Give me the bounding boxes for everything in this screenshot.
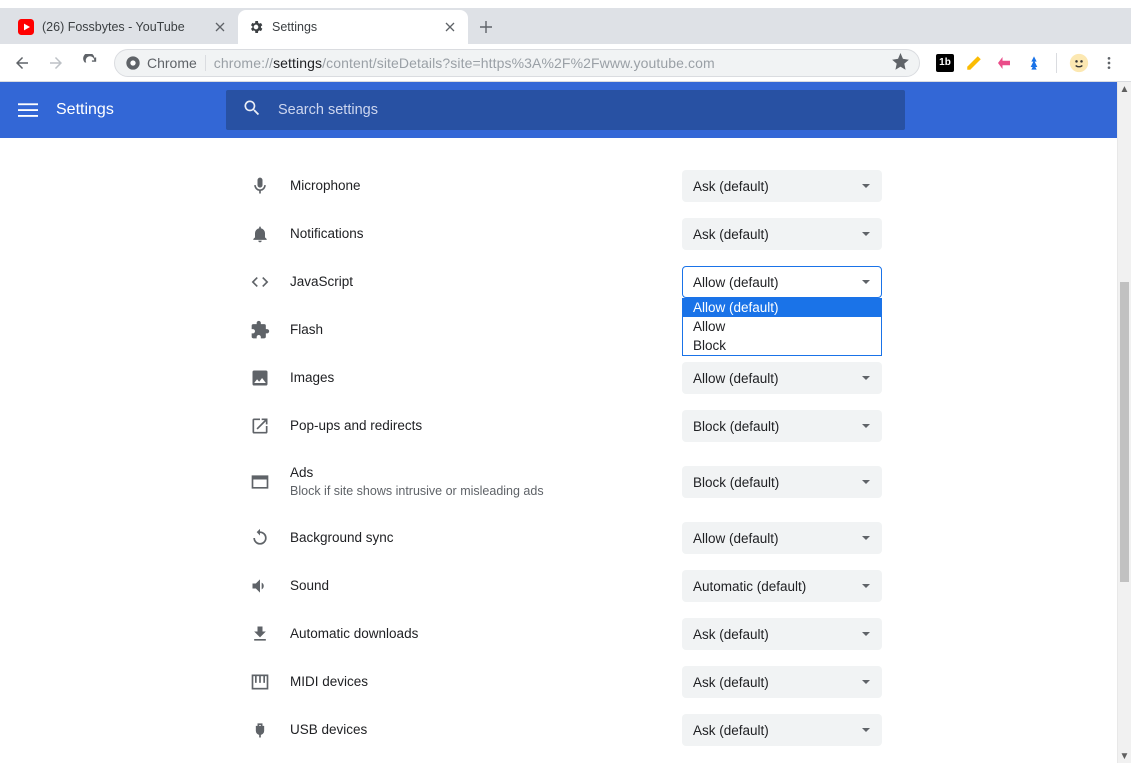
chevron-down-icon: [861, 675, 871, 690]
permission-row: ImagesAllow (default): [226, 354, 906, 402]
permission-label: Sound: [290, 577, 682, 595]
permission-row: AdsBlock if site shows intrusive or misl…: [226, 450, 906, 514]
chevron-down-icon: [861, 579, 871, 594]
forward-button[interactable]: [42, 49, 70, 77]
scroll-thumb[interactable]: [1120, 282, 1129, 582]
site-details-card: MicrophoneAsk (default)NotificationsAsk …: [226, 138, 906, 763]
chevron-down-icon: [861, 627, 871, 642]
reload-button[interactable]: [76, 49, 104, 77]
tab-title: Settings: [272, 20, 434, 34]
menu-icon[interactable]: [16, 98, 40, 122]
scroll-up-arrow[interactable]: ▲: [1118, 82, 1131, 96]
extension-icon[interactable]: 1b: [936, 54, 954, 72]
permission-label: JavaScript: [290, 273, 682, 291]
image-icon: [250, 368, 290, 388]
permission-select[interactable]: Allow (default): [682, 522, 882, 554]
javascript-options-popup[interactable]: Allow (default)AllowBlock: [682, 298, 882, 356]
permission-select[interactable]: Allow (default): [682, 266, 882, 298]
permission-row: NotificationsAsk (default): [226, 210, 906, 258]
tab-close-button[interactable]: [442, 19, 458, 35]
permission-label: Microphone: [290, 177, 682, 195]
tab-close-button[interactable]: [212, 19, 228, 35]
new-tab-button[interactable]: [472, 13, 500, 41]
chevron-down-icon: [861, 275, 871, 290]
permission-select[interactable]: Ask (default): [682, 618, 882, 650]
mic-icon: [250, 176, 290, 196]
permission-select[interactable]: Ask (default): [682, 218, 882, 250]
download-icon: [250, 624, 290, 644]
search-input[interactable]: [278, 102, 889, 118]
tab-strip: (26) Fossbytes - YouTube Settings: [0, 8, 1131, 44]
search-icon: [242, 98, 262, 123]
extension-icon[interactable]: [1024, 53, 1044, 73]
permission-row: Background syncAllow (default): [226, 514, 906, 562]
dropdown-option[interactable]: Block: [683, 336, 881, 355]
permission-row: MIDI devicesAsk (default): [226, 658, 906, 706]
extension-icon[interactable]: [994, 53, 1014, 73]
extension-icons: 1b: [930, 53, 1089, 73]
permission-select[interactable]: Block (default): [682, 410, 882, 442]
usb-icon: [250, 720, 290, 740]
page-title: Settings: [56, 101, 114, 119]
midi-icon: [250, 672, 290, 692]
permission-row: SoundAutomatic (default): [226, 562, 906, 610]
permission-label: Images: [290, 369, 682, 387]
chevron-down-icon: [861, 227, 871, 242]
bookmark-star-icon[interactable]: [892, 53, 909, 73]
permission-label: Background sync: [290, 529, 682, 547]
puzzle-icon: [250, 320, 290, 340]
chevron-down-icon: [861, 531, 871, 546]
permission-row: Pop-ups and redirectsBlock (default): [226, 402, 906, 450]
dropdown-option[interactable]: Allow (default): [683, 298, 881, 317]
settings-viewport: MicrophoneAsk (default)NotificationsAsk …: [0, 138, 1117, 763]
separator: [1056, 53, 1057, 73]
permission-row: Automatic downloadsAsk (default): [226, 610, 906, 658]
profile-avatar[interactable]: [1069, 53, 1089, 73]
chevron-down-icon: [861, 371, 871, 386]
permission-select[interactable]: Ask (default): [682, 714, 882, 746]
site-info-chip[interactable]: Chrome: [125, 55, 197, 71]
scroll-down-arrow[interactable]: ▼: [1118, 749, 1131, 763]
bell-icon: [250, 224, 290, 244]
dropdown-option[interactable]: Allow: [683, 317, 881, 336]
permission-label: MIDI devices: [290, 673, 682, 691]
url-text: chrome://settings/content/siteDetails?si…: [214, 55, 715, 71]
chevron-down-icon: [861, 723, 871, 738]
chevron-down-icon: [861, 179, 871, 194]
browser-menu-button[interactable]: [1095, 49, 1123, 77]
tab-title: (26) Fossbytes - YouTube: [42, 20, 204, 34]
settings-header: Settings: [0, 82, 1131, 138]
browser-tab[interactable]: Settings: [238, 10, 468, 44]
permission-label: AdsBlock if site shows intrusive or misl…: [290, 464, 682, 499]
youtube-icon: [18, 19, 34, 35]
permission-select[interactable]: Allow (default): [682, 362, 882, 394]
permission-row: USB devicesAsk (default): [226, 706, 906, 754]
back-button[interactable]: [8, 49, 36, 77]
permission-select[interactable]: Ask (default): [682, 170, 882, 202]
popup-icon: [250, 416, 290, 436]
chevron-down-icon: [861, 475, 871, 490]
ads-icon: [250, 472, 290, 492]
page-scrollbar[interactable]: ▲ ▼: [1117, 82, 1131, 763]
omnibox-divider: [205, 55, 206, 71]
permission-select[interactable]: Block (default): [682, 466, 882, 498]
gear-icon: [248, 19, 264, 35]
permission-label: Automatic downloads: [290, 625, 682, 643]
settings-search[interactable]: [226, 90, 905, 130]
permission-label: Notifications: [290, 225, 682, 243]
sound-icon: [250, 576, 290, 596]
permission-row: MicrophoneAsk (default): [226, 162, 906, 210]
address-bar[interactable]: Chrome chrome://settings/content/siteDet…: [114, 49, 920, 77]
permission-select[interactable]: Ask (default): [682, 666, 882, 698]
extension-icon[interactable]: [964, 53, 984, 73]
browser-toolbar: Chrome chrome://settings/content/siteDet…: [0, 44, 1131, 82]
code-icon: [250, 272, 290, 292]
chevron-down-icon: [861, 419, 871, 434]
permission-label: USB devices: [290, 721, 682, 739]
browser-tab[interactable]: (26) Fossbytes - YouTube: [8, 10, 238, 44]
sync-icon: [250, 528, 290, 548]
permission-select[interactable]: Automatic (default): [682, 570, 882, 602]
site-info-label: Chrome: [147, 55, 197, 71]
permission-label: Pop-ups and redirects: [290, 417, 682, 435]
